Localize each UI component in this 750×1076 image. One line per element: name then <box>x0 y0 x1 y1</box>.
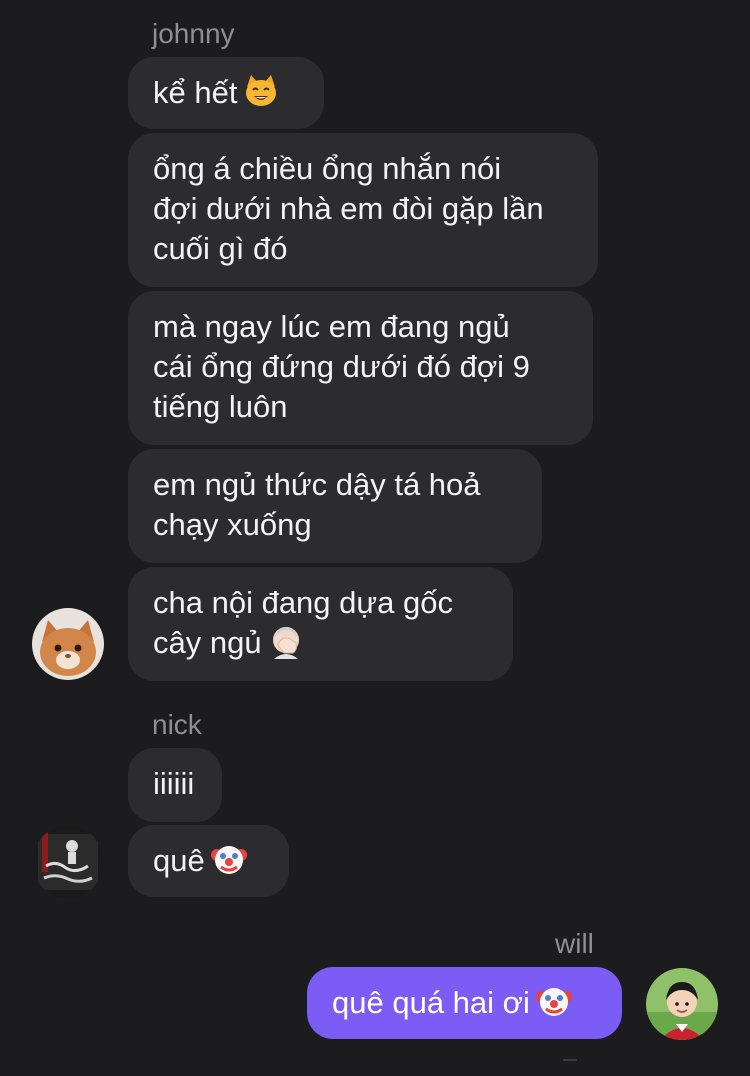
smiling-cat-face-emoji <box>243 73 279 109</box>
sender-name: nick <box>152 709 202 740</box>
message-text: cuối gì đó <box>153 231 288 266</box>
message-bubble[interactable]: em ngủ thức dậy tá hoả chạy xuống <box>128 449 542 563</box>
message-text: cây ngủ <box>153 625 262 660</box>
message-text: cha nội đang dựa gốc <box>153 585 453 620</box>
message-bubble[interactable]: iiiiii <box>128 748 222 822</box>
message-text: em ngủ thức dậy tá hoả <box>153 467 481 502</box>
face-palm-emoji <box>268 623 304 659</box>
message-text: cái ổng đứng dưới đó đợi 9 <box>153 349 530 384</box>
message-bubble[interactable]: quê <box>128 825 289 897</box>
cat-avatar[interactable] <box>32 608 104 680</box>
message-text: iiiiii <box>153 766 195 801</box>
message-text: quê <box>153 843 205 878</box>
clown-face-emoji <box>210 841 247 877</box>
clown-face-emoji <box>535 983 572 1019</box>
message-bubble[interactable]: kể hết <box>128 57 324 129</box>
message-bubble[interactable]: cha nội đang dựa gốc cây ngủ <box>128 567 513 681</box>
message-text: kể hết <box>153 75 238 110</box>
sender-name: will <box>555 928 594 959</box>
message-text: quê quá hai ơi <box>332 985 530 1020</box>
divider <box>563 1059 577 1061</box>
child-photo-avatar[interactable] <box>646 968 718 1040</box>
message-bubble[interactable]: mà ngay lúc em đang ngủ cái ổng đứng dướ… <box>128 291 593 445</box>
sender-name: johnny <box>152 18 235 49</box>
message-text: chạy xuống <box>153 507 312 542</box>
message-text: tiếng luôn <box>153 389 288 424</box>
message-text: mà ngay lúc em đang ngủ <box>153 309 510 344</box>
message-bubble[interactable]: quê quá hai ơi <box>307 967 622 1039</box>
message-text: ổng á chiều ổng nhắn nói <box>153 151 502 186</box>
message-bubble[interactable]: ổng á chiều ổng nhắn nói đợi dưới nhà em… <box>128 133 598 287</box>
graffiti-avatar[interactable] <box>32 826 104 898</box>
message-text: đợi dưới nhà em đòi gặp lần <box>153 191 544 226</box>
